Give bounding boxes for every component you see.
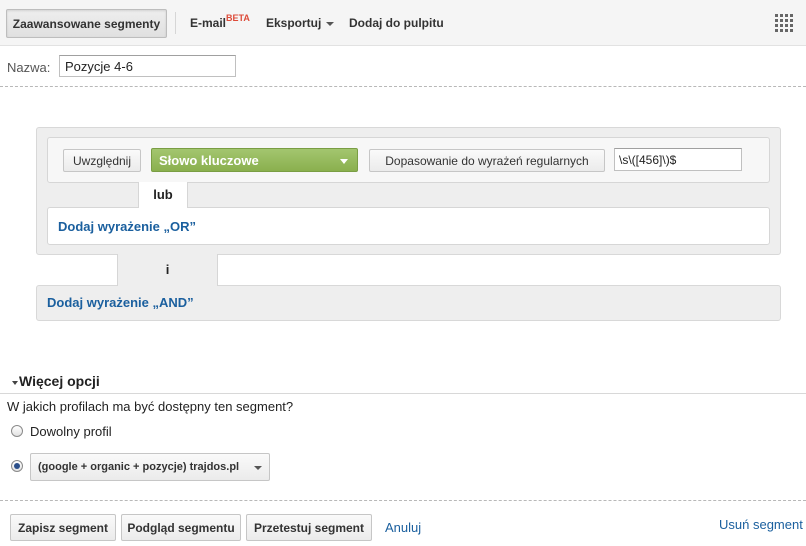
export-label: Eksportuj	[266, 16, 322, 30]
chevron-down-icon	[340, 159, 348, 164]
profile-radio[interactable]	[11, 460, 23, 472]
divider	[0, 86, 806, 87]
condition-value-input[interactable]	[614, 148, 742, 171]
more-options-toggle[interactable]: Więcej opcji	[19, 373, 100, 389]
profile-dropdown[interactable]: (google + organic + pozycje) trajdos.pl	[30, 453, 270, 481]
segment-name-label: Nazwa:	[7, 60, 51, 75]
test-segment-button[interactable]: Przetestuj segment	[246, 514, 372, 541]
grid-icon[interactable]	[775, 14, 793, 32]
dimension-dropdown[interactable]: Słowo kluczowe	[151, 148, 358, 172]
add-to-dashboard-link[interactable]: Dodaj do pulpitu	[349, 16, 444, 30]
dimension-label: Słowo kluczowe	[159, 152, 259, 168]
any-profile-label: Dowolny profil	[30, 424, 112, 439]
segment-name-input[interactable]	[59, 55, 236, 77]
toolbar: Zaawansowane segmenty E-mail BETA Ekspor…	[0, 0, 806, 46]
divider	[0, 393, 806, 394]
profile-dropdown-label: (google + organic + pozycje) trajdos.pl	[38, 461, 240, 473]
cancel-link[interactable]: Anuluj	[385, 520, 421, 535]
and-connector: i	[117, 254, 218, 286]
delete-segment-link[interactable]: Usuń segment	[719, 517, 803, 532]
add-or-statement-link[interactable]: Dodaj wyrażenie „OR”	[58, 219, 196, 234]
profiles-question: W jakich profilach ma być dostępny ten s…	[7, 399, 294, 414]
caret-down-icon[interactable]	[12, 381, 18, 385]
any-profile-radio[interactable]	[11, 425, 23, 437]
or-connector: lub	[138, 182, 188, 208]
preview-segment-button[interactable]: Podgląd segmentu	[121, 514, 241, 541]
beta-badge: BETA	[226, 13, 250, 23]
divider	[0, 500, 806, 501]
toolbar-divider	[175, 12, 176, 34]
chevron-down-icon	[326, 21, 335, 26]
and-tab-join	[118, 284, 217, 287]
email-link[interactable]: E-mail	[190, 16, 226, 30]
add-and-statement-link[interactable]: Dodaj wyrażenie „AND”	[47, 295, 194, 310]
match-type-button[interactable]: Dopasowanie do wyrażeń regularnych	[369, 149, 605, 172]
save-segment-button[interactable]: Zapisz segment	[10, 514, 116, 541]
advanced-segments-button[interactable]: Zaawansowane segmenty	[6, 9, 167, 38]
export-menu[interactable]: Eksportuj	[266, 16, 335, 30]
include-button[interactable]: Uwzględnij	[63, 149, 141, 172]
chevron-down-icon	[254, 466, 262, 470]
